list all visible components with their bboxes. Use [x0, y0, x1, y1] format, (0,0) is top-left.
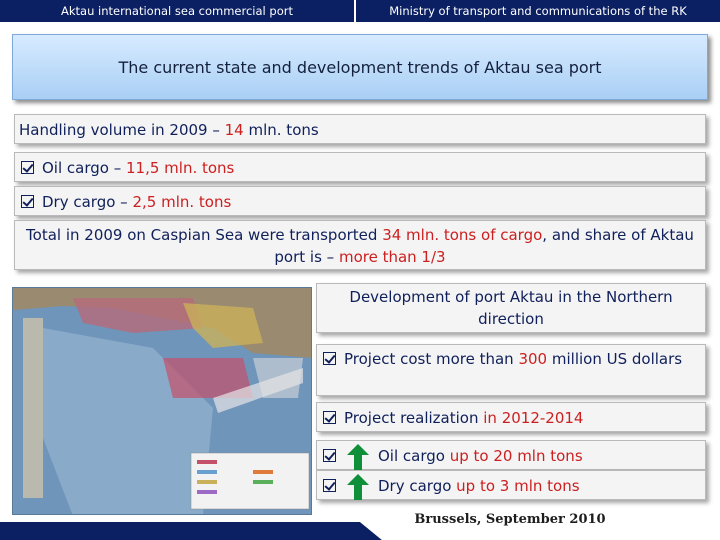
oil-suffix: mln. tons [159, 159, 235, 177]
total-part2: mln. tons of cargo [401, 226, 543, 244]
oil-target-value: up to 20 mln tons [449, 447, 583, 465]
checkbox-checked-icon [323, 479, 336, 492]
dry-prefix: Dry cargo – [42, 193, 133, 211]
dry-target-row: Dry cargo up to 3 mln tons [316, 470, 706, 500]
realization-value: in 2012-2014 [483, 409, 584, 427]
handling-volume-row: Handling volume in 2009 – 14 mln. tons [14, 114, 706, 144]
caspian-total-row: Total in 2009 on Caspian Sea were transp… [14, 220, 706, 270]
project-realization-row: Project realization in 2012-2014 [316, 402, 706, 432]
dry-target-value: up to 3 mln tons [456, 477, 580, 495]
dry-value: 2,5 [132, 193, 157, 211]
northern-development-row: Development of port Aktau in the Norther… [316, 283, 706, 333]
checkbox-checked-icon [323, 352, 336, 365]
checkbox-checked-icon [21, 195, 34, 208]
checkbox-checked-icon [323, 449, 336, 462]
handling-suffix: mln. tons [243, 121, 319, 139]
slide-title: The current state and development trends… [12, 34, 708, 100]
port-map-image [12, 287, 312, 515]
green-up-arrow-icon [347, 443, 369, 470]
dry-cargo-row: Dry cargo – 2,5 mln. tons [14, 186, 706, 216]
oil-prefix: Oil cargo – [42, 159, 126, 177]
cost-value: 300 [518, 350, 548, 368]
top-bar: Aktau international sea commercial port … [0, 0, 720, 22]
dry-target-prefix: Dry cargo [378, 477, 457, 495]
handling-prefix: Handling volume in 2009 – [19, 121, 225, 139]
oil-value: 11,5 [126, 159, 160, 177]
header-ministry: Ministry of transport and communications… [354, 0, 720, 22]
dry-suffix: mln. tons [156, 193, 232, 211]
oil-target-prefix: Oil cargo [378, 447, 450, 465]
green-up-arrow-icon [347, 473, 369, 500]
port-map-drawing [13, 288, 311, 514]
total-part1: Total in 2009 on Caspian Sea were transp… [26, 226, 383, 244]
total-value: 34 [382, 226, 402, 244]
handling-value: 14 [224, 121, 244, 139]
cost-prefix: Project cost more than [344, 350, 519, 368]
project-cost-row: Project cost more than 300 million US do… [316, 344, 706, 396]
realization-prefix: Project realization [344, 409, 484, 427]
checkbox-checked-icon [323, 411, 336, 424]
bottom-decorative-bar [0, 522, 720, 540]
cost-suffix: million US dollars [547, 350, 683, 368]
total-share: more than 1/3 [338, 248, 446, 266]
footer-location-date: Brussels, September 2010 [414, 512, 606, 527]
checkbox-checked-icon [21, 161, 34, 174]
header-port-name: Aktau international sea commercial port [61, 4, 293, 18]
oil-target-row: Oil cargo up to 20 mln tons [316, 440, 706, 470]
oil-cargo-row: Oil cargo – 11,5 mln. tons [14, 152, 706, 182]
